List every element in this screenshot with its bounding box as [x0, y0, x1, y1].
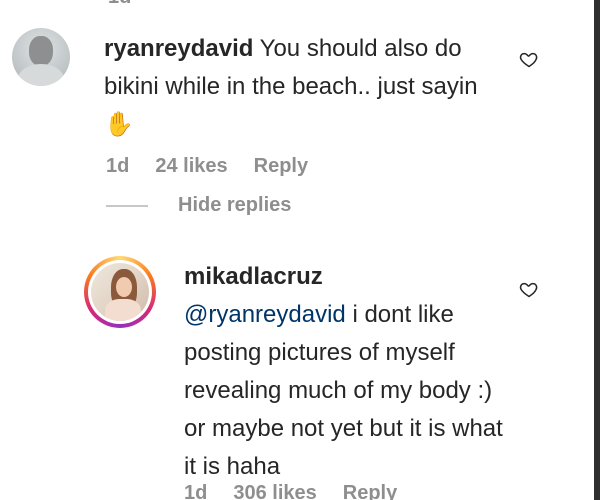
- avatar[interactable]: [12, 28, 70, 86]
- avatar: [91, 263, 149, 321]
- heart-outline-icon: [519, 52, 538, 68]
- reply-username[interactable]: mikadlacruz: [184, 258, 504, 296]
- comments-panel: 1d ryanreydavid You should also do bikin…: [0, 0, 600, 500]
- reply-likes[interactable]: 306 likes: [233, 482, 316, 500]
- previous-comment-time: 1d: [108, 0, 131, 9]
- mention-link[interactable]: @ryanreydavid: [184, 301, 346, 328]
- comment-time: 1d: [106, 155, 130, 177]
- avatar-face: [116, 277, 132, 297]
- avatar-face: [29, 36, 53, 66]
- reply-comment: mikadlacruz @ryanreydavid i dont like po…: [184, 258, 504, 486]
- comment-username[interactable]: ryanreydavid: [104, 35, 253, 62]
- avatar-ring-inner: [88, 260, 152, 324]
- reply-button[interactable]: Reply: [343, 482, 397, 500]
- story-ring[interactable]: [84, 256, 156, 328]
- avatar-shoulders: [18, 64, 64, 86]
- replies-divider: [106, 205, 148, 207]
- comment: ryanreydavid You should also do bikini w…: [104, 30, 504, 144]
- reply-meta: 1d 306 likes Reply: [184, 482, 397, 500]
- hide-replies-button[interactable]: Hide replies: [178, 194, 291, 217]
- raised-hand-emoji-icon: ✋: [104, 111, 134, 138]
- window-edge: [594, 0, 600, 500]
- heart-icon[interactable]: [518, 278, 540, 300]
- reply-time: 1d: [184, 482, 208, 500]
- reply-button[interactable]: Reply: [254, 155, 308, 178]
- heart-icon[interactable]: [518, 48, 540, 70]
- avatar-body: [105, 299, 141, 321]
- comment-meta: 1d 24 likes Reply: [106, 155, 308, 178]
- heart-outline-icon: [519, 282, 538, 298]
- comment-likes[interactable]: 24 likes: [155, 155, 227, 178]
